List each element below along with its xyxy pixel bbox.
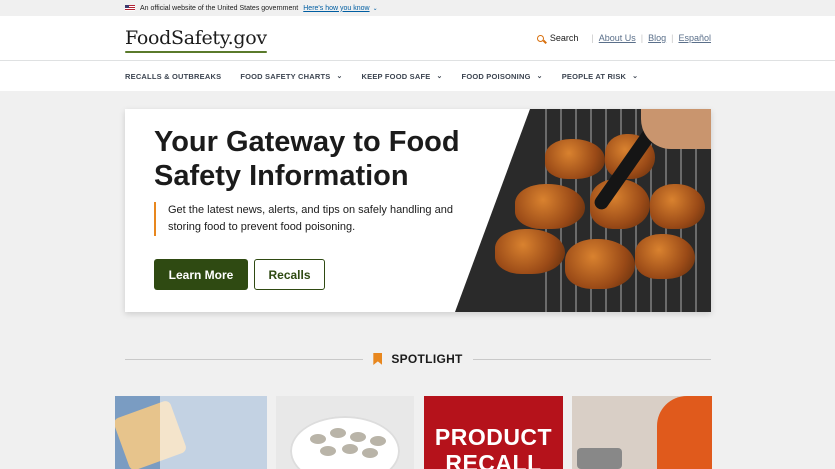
hero-card: Your Gateway to Food Safety Information … <box>125 109 711 312</box>
bookmark-icon <box>373 353 383 365</box>
spotlight-card-pregnant-cooking[interactable] <box>572 396 712 469</box>
logo-swoosh <box>125 51 267 53</box>
learn-more-button[interactable]: Learn More <box>154 259 248 290</box>
nav-food-safety-charts[interactable]: FOOD SAFETY CHARTS ⌄ <box>240 72 342 81</box>
bag-image <box>160 396 267 469</box>
espanol-link[interactable]: Español <box>678 33 711 43</box>
nav-item-label: KEEP FOOD SAFE <box>361 71 431 81</box>
divider: | <box>640 33 644 43</box>
chevron-down-icon: ⌄ <box>436 73 443 80</box>
nav-people-at-risk[interactable]: PEOPLE AT RISK ⌄ <box>562 72 639 81</box>
divider <box>125 358 364 360</box>
product-recall-label: PRODUCT RECALL <box>434 424 553 469</box>
spotlight-label: SPOTLIGHT <box>391 352 463 366</box>
pregnant-woman-image <box>657 396 712 469</box>
chevron-down-icon: ⌄ <box>632 73 639 80</box>
us-flag-icon <box>125 5 135 11</box>
heres-how-you-know-link[interactable]: Here's how you know <box>303 5 369 12</box>
spotlight-heading: SPOTLIGHT <box>125 351 711 367</box>
gov-banner: An official website of the United States… <box>0 0 835 16</box>
chevron-down-icon: ⌄ <box>336 73 343 80</box>
bowl-image <box>290 416 400 469</box>
utility-nav: Search | About Us | Blog | Español <box>536 33 711 43</box>
nav-item-label: RECALLS & OUTBREAKS <box>125 71 222 81</box>
about-us-link[interactable]: About Us <box>599 33 636 43</box>
recalls-button[interactable]: Recalls <box>254 259 325 290</box>
spotlight-card-sandwich[interactable] <box>115 396 267 469</box>
nav-item-label: FOOD SAFETY CHARTS <box>240 71 331 81</box>
hero-title: Your Gateway to Food Safety Information <box>154 126 460 192</box>
nav-food-poisoning[interactable]: FOOD POISONING ⌄ <box>462 72 543 81</box>
chevron-down-icon: ⌄ <box>536 73 543 80</box>
pot-image <box>577 448 622 469</box>
site-header: FoodSafety.gov Search | About Us | Blog … <box>0 16 835 60</box>
chevron-down-icon[interactable]: ⌄ <box>373 5 378 12</box>
logo-name: FoodSafety <box>125 27 228 49</box>
hero-image-grilled-chicken <box>455 109 711 312</box>
spotlight-card-product-recall[interactable]: PRODUCT RECALL <box>424 396 563 469</box>
nav-item-label: FOOD POISONING <box>461 71 531 81</box>
search-label: Search <box>549 33 579 43</box>
nav-keep-food-safe[interactable]: KEEP FOOD SAFE ⌄ <box>362 72 443 81</box>
blog-link[interactable]: Blog <box>648 33 666 43</box>
search-button[interactable]: Search <box>536 33 579 43</box>
search-icon <box>536 34 544 42</box>
divider: | <box>671 33 674 43</box>
spotlight-card-shrimp[interactable] <box>276 396 414 469</box>
main-nav: RECALLS & OUTBREAKS FOOD SAFETY CHARTS ⌄… <box>0 60 835 91</box>
hero-lede: Get the latest news, alerts, and tips on… <box>154 202 464 236</box>
spotlight-title: SPOTLIGHT <box>373 352 462 366</box>
site-logo[interactable]: FoodSafety.gov <box>125 27 267 53</box>
gov-banner-text: An official website of the United States… <box>140 4 299 12</box>
divider: | <box>591 33 594 43</box>
divider <box>472 358 711 360</box>
nav-item-label: PEOPLE AT RISK <box>561 71 627 81</box>
logo-tld: .gov <box>227 27 267 49</box>
nav-recalls-outbreaks[interactable]: RECALLS & OUTBREAKS <box>125 72 221 81</box>
